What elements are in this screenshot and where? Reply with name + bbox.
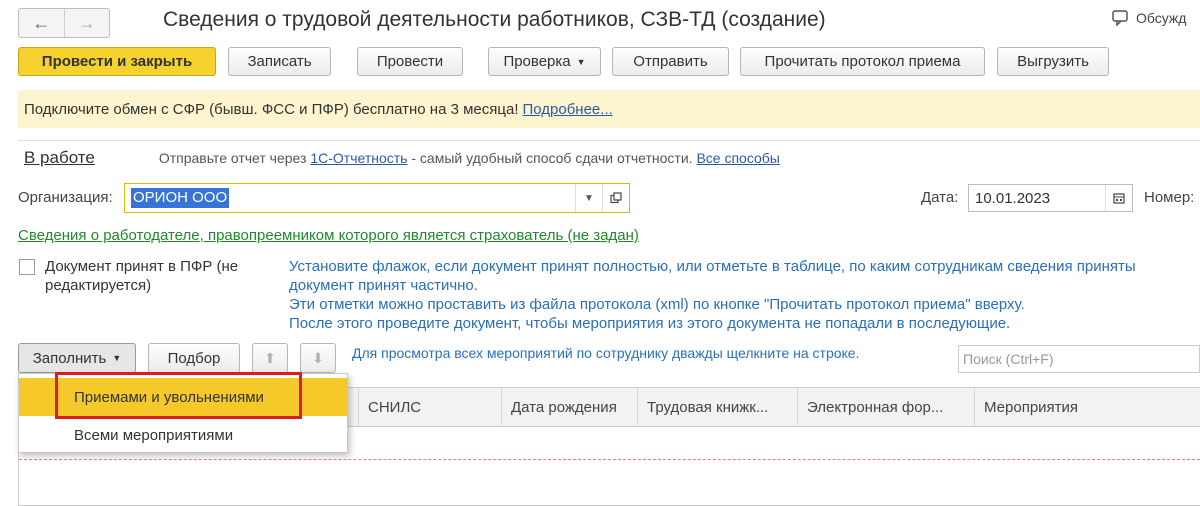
list-hint: Для просмотра всех мероприятий по сотруд…	[352, 345, 860, 361]
save-button[interactable]: Записать	[228, 47, 331, 76]
forward-arrow-icon[interactable]: →	[63, 9, 110, 37]
date-value: 10.01.2023	[975, 189, 1051, 207]
status-prefix: Отправьте отчет через	[158, 150, 307, 166]
accepted-checkbox[interactable]	[19, 259, 35, 275]
post-and-close-button[interactable]: Провести и закрыть	[18, 47, 216, 76]
window-title: Сведения о трудовой деятельности работни…	[163, 8, 826, 31]
open-form-icon[interactable]	[602, 184, 629, 212]
hint-line: Эти отметки можно проставить из файла пр…	[289, 296, 1025, 313]
number-label: Номер:	[1144, 189, 1195, 206]
chat-icon	[1112, 10, 1128, 26]
banner-more-link[interactable]: Подробнее...	[522, 101, 612, 118]
move-down-button[interactable]: ⬇	[300, 343, 336, 373]
column-header[interactable]: Электронная фор...	[797, 388, 974, 426]
acceptance-hint: Установите флажок, если документ принят …	[289, 257, 1136, 333]
post-button[interactable]: Провести	[357, 47, 463, 76]
org-label: Организация:	[18, 189, 113, 206]
row-separator	[19, 459, 1200, 460]
discuss-button[interactable]: Обсужд	[1112, 10, 1186, 26]
move-up-button[interactable]: ⬆	[252, 343, 288, 373]
read-protocol-button[interactable]: Прочитать протокол приема	[740, 47, 985, 76]
column-header[interactable]: Дата рождения	[501, 388, 637, 426]
calendar-icon[interactable]	[1105, 185, 1132, 211]
status-middle: - самый удобный способ сдачи отчетности.	[411, 150, 693, 166]
fill-dropdown-button[interactable]: Заполнить ▼	[18, 343, 136, 373]
arrow-up-icon: ⬆	[264, 349, 276, 366]
status-hint: Отправьте отчет через 1С-Отчетность - са…	[159, 150, 780, 166]
arrow-down-icon: ⬇	[312, 349, 324, 366]
service-link[interactable]: 1С-Отчетность	[310, 150, 407, 166]
date-label: Дата:	[921, 189, 959, 206]
column-header[interactable]: СНИЛС	[358, 388, 501, 426]
caret-down-icon: ▼	[112, 353, 122, 363]
column-header[interactable]: Трудовая книжк...	[637, 388, 797, 426]
hint-line: После этого проведите документ, чтобы ме…	[289, 315, 1011, 332]
send-button[interactable]: Отправить	[612, 47, 729, 76]
dropdown-arrow-icon[interactable]: ▼	[575, 184, 602, 212]
history-nav: ← →	[18, 8, 110, 38]
fill-label: Заполнить	[32, 349, 107, 367]
org-value: ОРИОН ООО	[131, 188, 230, 208]
pick-button[interactable]: Подбор	[148, 343, 240, 373]
highlight-frame	[55, 372, 302, 419]
back-arrow-icon[interactable]: ←	[19, 9, 64, 37]
column-header[interactable]: Мероприятия	[974, 388, 1200, 426]
banner-text: Подключите обмен с СФР (бывш. ФСС и ПФР)…	[24, 100, 519, 118]
menu-item-all-events[interactable]: Всеми мероприятиями	[19, 416, 347, 454]
status-row: В работе Отправьте отчет через 1С-Отчетн…	[18, 140, 1200, 175]
export-button[interactable]: Выгрузить	[997, 47, 1109, 76]
discuss-label: Обсужд	[1136, 10, 1187, 26]
search-input[interactable]: Поиск (Ctrl+F)	[958, 345, 1200, 373]
hint-line: Установите флажок, если документ принят …	[289, 258, 1136, 275]
check-label: Проверка	[503, 53, 571, 70]
promo-banner: Подключите обмен с СФР (бывш. ФСС и ПФР)…	[18, 90, 1200, 128]
org-field[interactable]: ОРИОН ООО ▼	[124, 183, 630, 213]
accepted-label: Документ принят в ПФР (не редактируется)	[45, 258, 239, 294]
caret-down-icon: ▼	[576, 56, 586, 67]
hint-line: документ принят частично.	[289, 277, 478, 294]
all-ways-link[interactable]: Все способы	[696, 150, 779, 166]
document-status[interactable]: В работе	[24, 148, 95, 168]
check-dropdown-button[interactable]: Проверка ▼	[488, 47, 601, 76]
employer-successor-link[interactable]: Сведения о работодателе, правопреемником…	[18, 227, 639, 244]
date-field[interactable]: 10.01.2023	[968, 184, 1133, 212]
